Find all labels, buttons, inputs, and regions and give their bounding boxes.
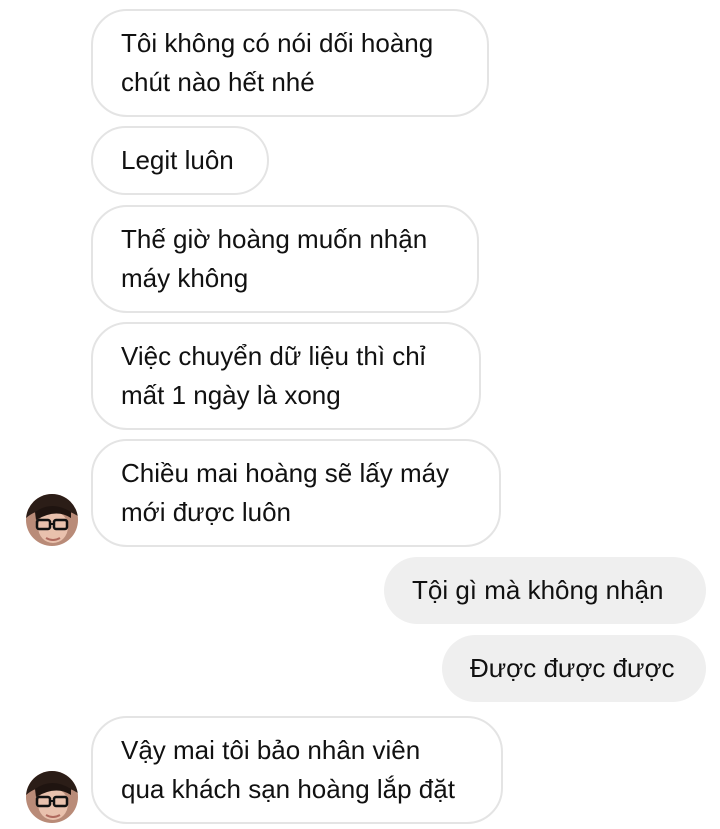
message-bubble-incoming[interactable]: Việc chuyển dữ liệu thì chỉ mất 1 ngày l… xyxy=(91,322,481,430)
message-text-line: Legit luôn xyxy=(121,145,234,175)
message-text-line: chút nào hết nhé xyxy=(121,67,315,97)
profile-photo-icon xyxy=(26,494,78,546)
message-bubble-incoming[interactable]: Thế giờ hoàng muốn nhận máy không xyxy=(91,205,479,313)
message-text-line: máy không xyxy=(121,263,249,293)
message-bubble-incoming[interactable]: Vậy mai tôi bảo nhân viên qua khách sạn … xyxy=(91,716,503,824)
message-text-line: Được được được xyxy=(470,653,675,683)
message-text-line: Vậy mai tôi bảo nhân viên xyxy=(121,735,421,765)
message-text-line: Tội gì mà không nhận xyxy=(412,575,664,605)
message-text-line: mới được luôn xyxy=(121,497,292,527)
message-bubble-incoming[interactable]: Chiều mai hoàng sẽ lấy máy mới được luôn xyxy=(91,439,501,547)
message-bubble-incoming[interactable]: Legit luôn xyxy=(91,126,269,195)
message-text-line: qua khách sạn hoàng lắp đặt xyxy=(121,774,455,804)
sender-avatar[interactable] xyxy=(26,494,78,546)
profile-photo-icon xyxy=(26,771,78,823)
message-bubble-outgoing[interactable]: Tội gì mà không nhận xyxy=(384,557,706,624)
message-text-line: Tôi không có nói dối hoàng xyxy=(121,28,434,58)
message-bubble-outgoing[interactable]: Được được được xyxy=(442,635,706,702)
message-bubble-incoming[interactable]: Tôi không có nói dối hoàng chút nào hết … xyxy=(91,9,489,117)
message-text-line: mất 1 ngày là xong xyxy=(121,380,341,410)
message-text-line: Thế giờ hoàng muốn nhận xyxy=(121,224,428,254)
message-text-line: Việc chuyển dữ liệu thì chỉ xyxy=(121,341,426,371)
sender-avatar[interactable] xyxy=(26,771,78,823)
message-text-line: Chiều mai hoàng sẽ lấy máy xyxy=(121,458,450,488)
